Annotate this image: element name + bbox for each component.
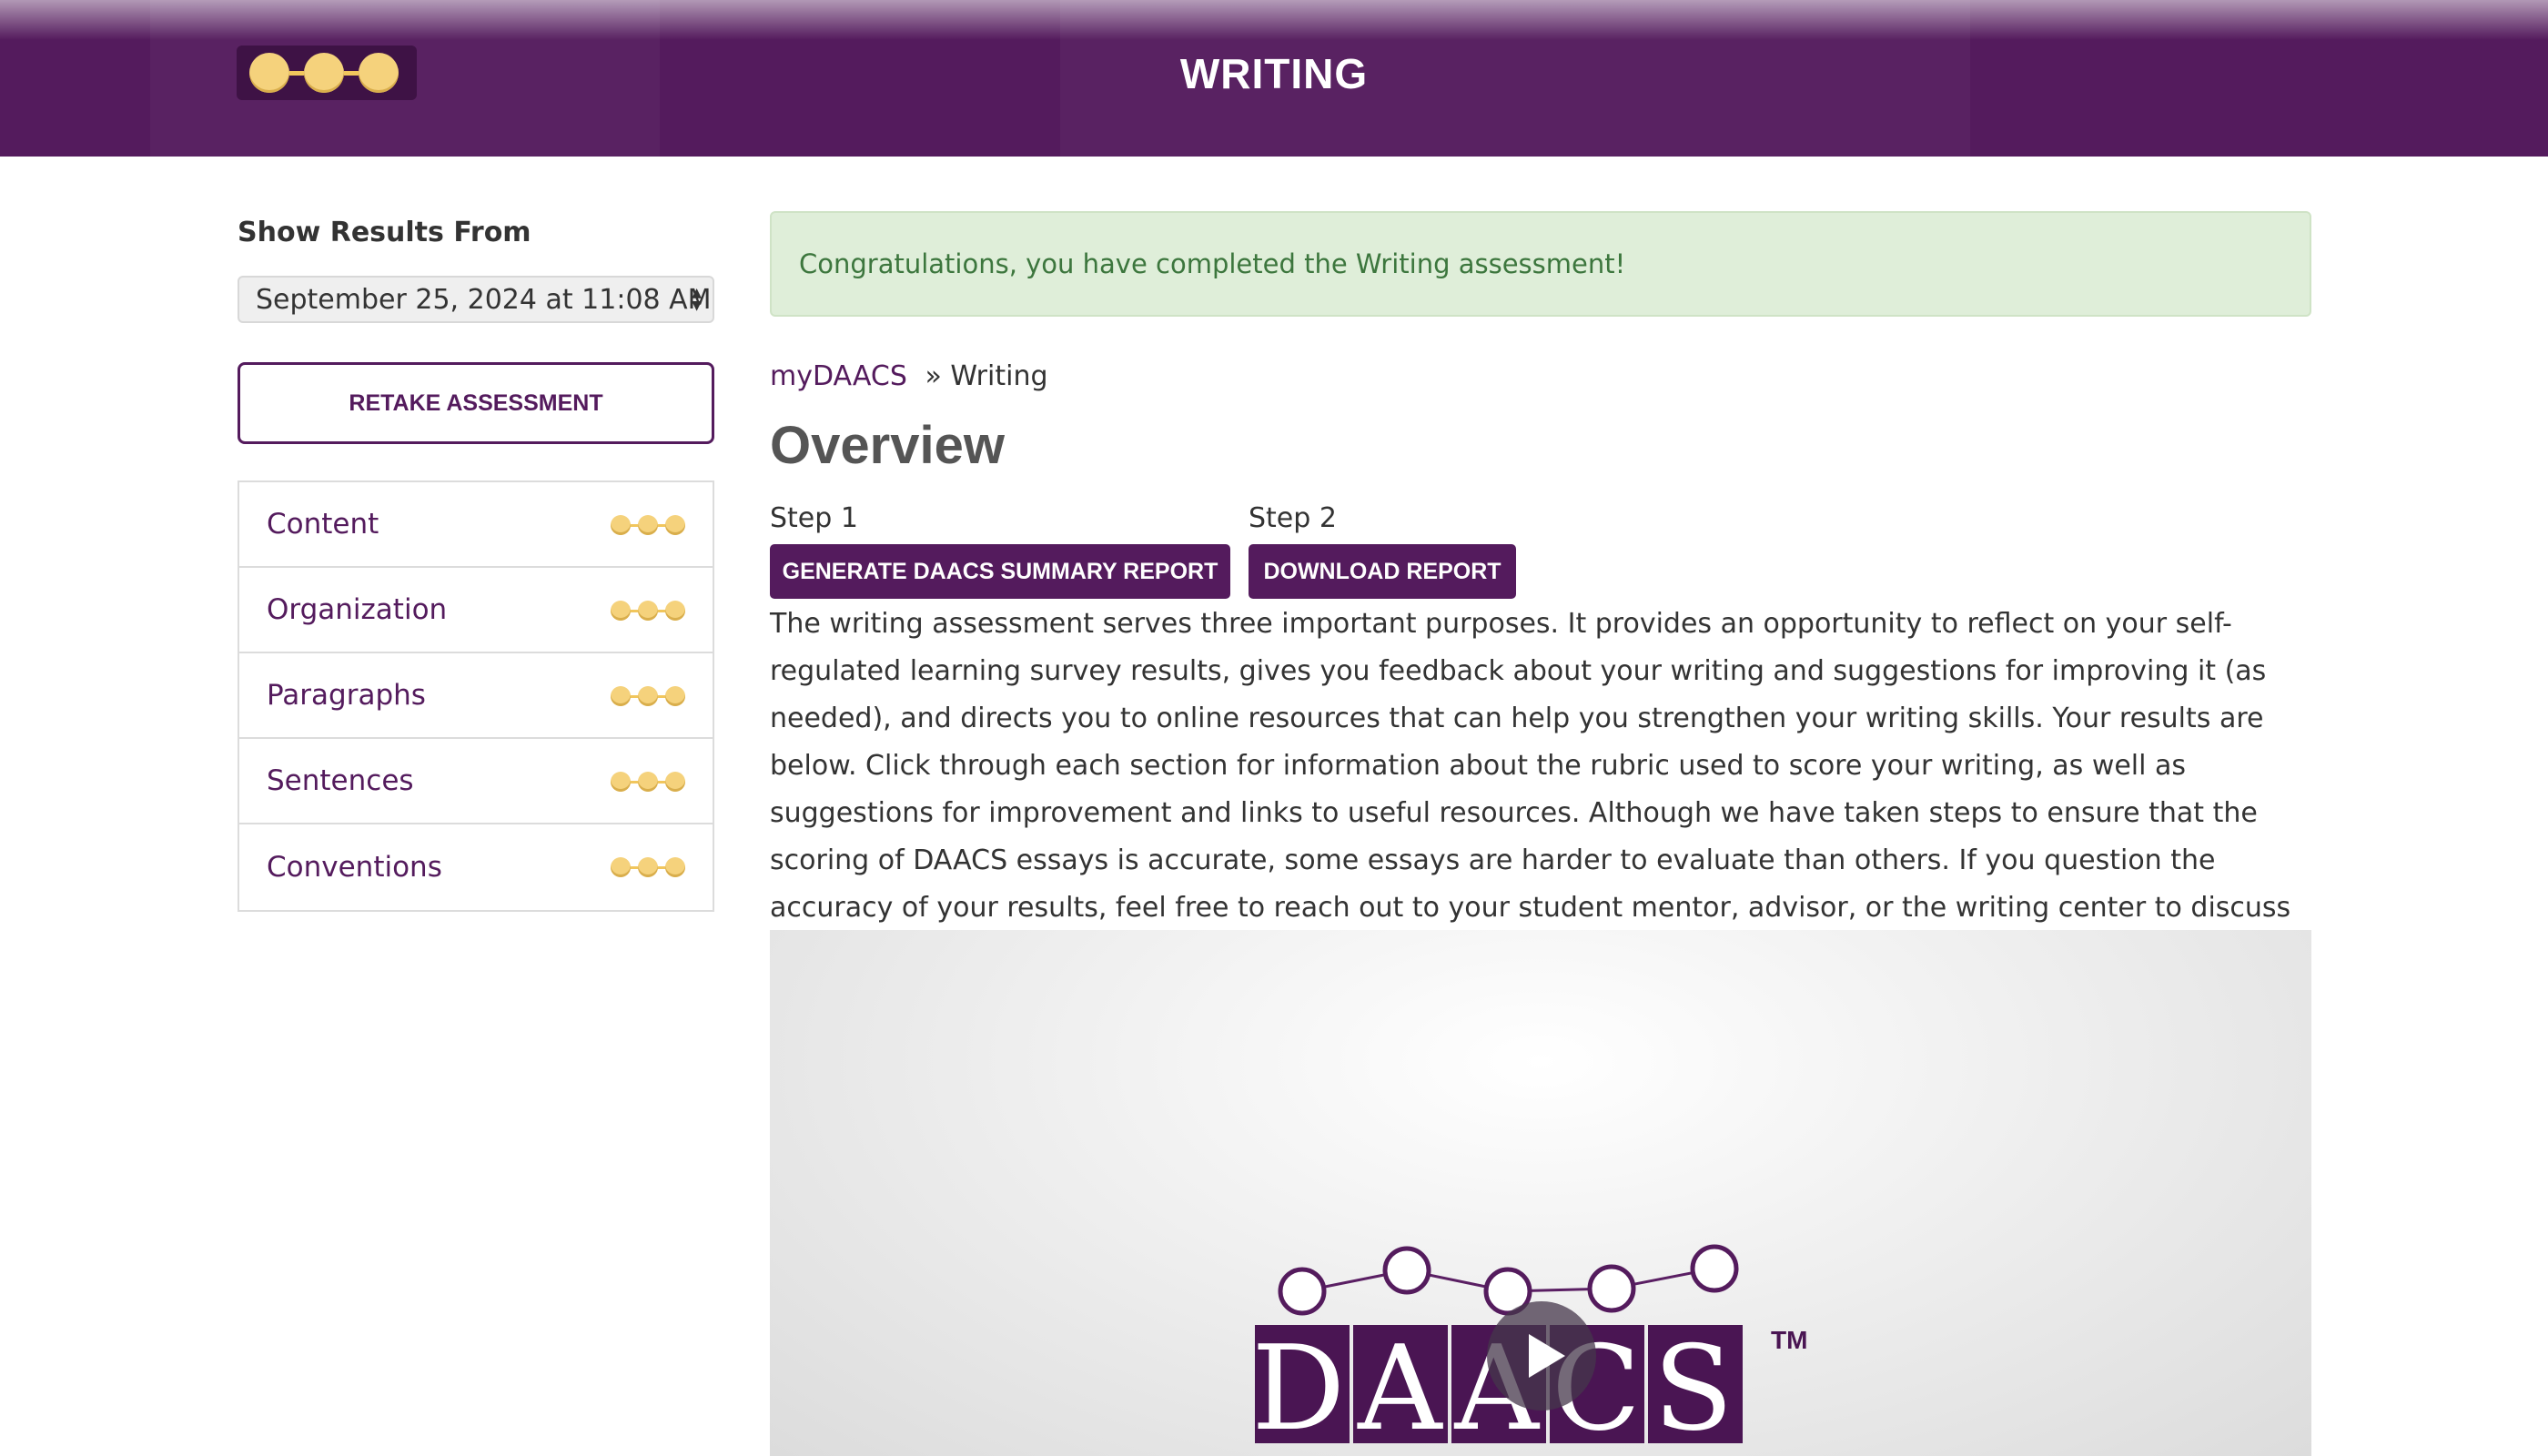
results-date-select[interactable]: September 25, 2024 at 11:08 AM ▲ ▼ — [238, 276, 714, 323]
show-results-label: Show Results From — [238, 217, 531, 248]
success-alert: Congratulations, you have completed the … — [770, 211, 2311, 317]
nav-item-conventions[interactable]: Conventions — [239, 824, 713, 910]
play-icon — [1529, 1334, 1565, 1378]
play-button[interactable] — [1487, 1301, 1596, 1410]
nav-item-label: Conventions — [267, 851, 442, 884]
step-1-label: Step 1 — [770, 502, 858, 534]
three-dot-score-icon — [611, 857, 685, 877]
three-dot-score-icon — [611, 515, 685, 535]
page-header-title: WRITING — [1179, 50, 1369, 97]
nav-item-label: Paragraphs — [267, 679, 426, 712]
page-title: Overview — [770, 416, 1005, 475]
top-header: WRITING — [0, 0, 2548, 157]
header-shine — [0, 0, 2548, 40]
download-report-button[interactable]: DOWNLOAD REPORT — [1249, 544, 1516, 599]
step-2-label: Step 2 — [1249, 502, 1337, 534]
nav-item-organization[interactable]: Organization — [239, 568, 713, 653]
nav-item-label: Sentences — [267, 764, 414, 797]
nav-item-paragraphs[interactable]: Paragraphs — [239, 653, 713, 739]
breadcrumb: myDAACS » Writing — [770, 360, 1048, 392]
results-date-value: September 25, 2024 at 11:08 AM — [256, 283, 712, 316]
nav-item-content[interactable]: Content — [239, 482, 713, 568]
breadcrumb-link-mydaacs[interactable]: myDAACS — [770, 360, 907, 392]
success-alert-text: Congratulations, you have completed the … — [799, 248, 1626, 279]
nav-item-sentences[interactable]: Sentences — [239, 739, 713, 824]
intro-video-player[interactable]: DAACS TM — [770, 930, 2311, 1456]
breadcrumb-separator: » — [925, 360, 942, 392]
retake-assessment-button[interactable]: RETAKE ASSESSMENT — [238, 362, 714, 444]
section-nav-list: Content Organization Paragraphs Sentence… — [238, 480, 714, 912]
nav-item-label: Organization — [267, 593, 448, 626]
three-dot-score-icon — [611, 686, 685, 706]
breadcrumb-current: Writing — [950, 360, 1048, 392]
generate-summary-report-button[interactable]: GENERATE DAACS SUMMARY REPORT — [770, 544, 1230, 599]
trademark-text: TM — [1771, 1326, 1807, 1354]
nav-item-label: Content — [267, 508, 379, 541]
three-dot-score-icon — [611, 772, 685, 792]
three-dot-score-icon — [611, 601, 685, 621]
select-arrows-icon: ▲ ▼ — [692, 286, 702, 313]
overview-description: The writing assessment serves three impo… — [770, 608, 2291, 971]
